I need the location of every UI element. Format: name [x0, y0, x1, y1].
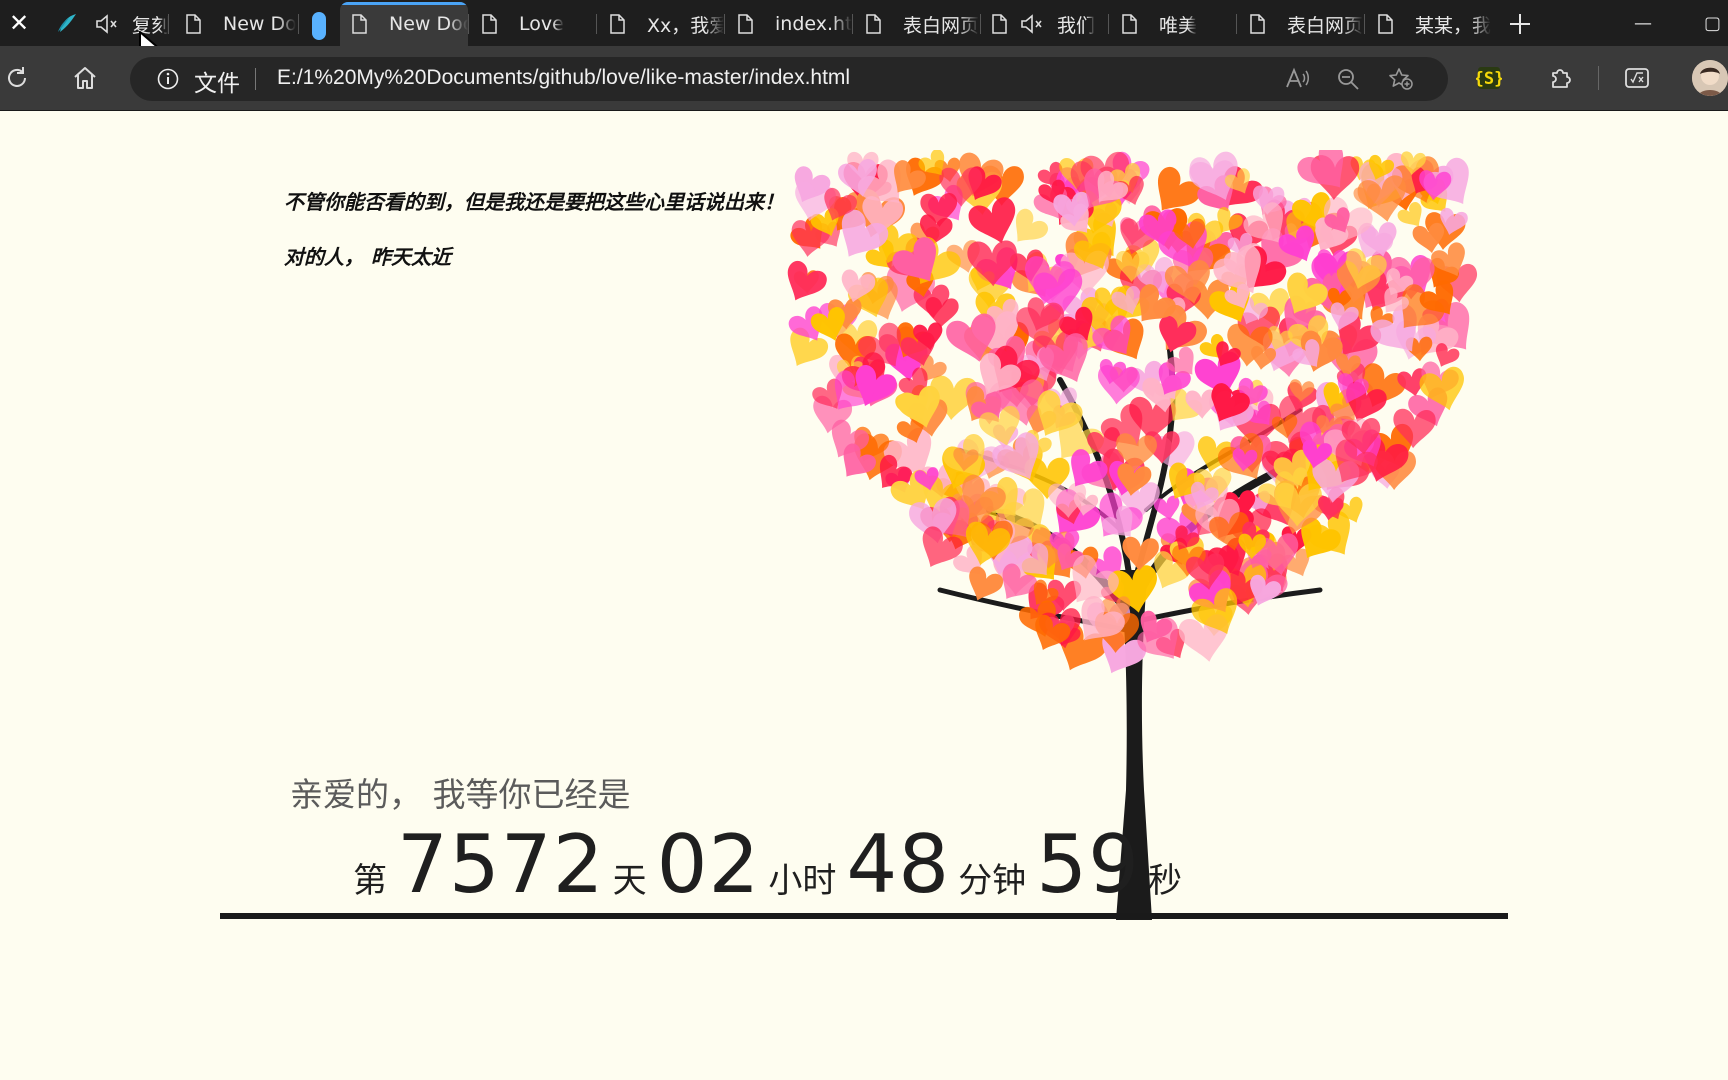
counter-hours: 02: [656, 818, 761, 911]
document-icon: [610, 14, 625, 34]
tab-title: New Doc: [223, 13, 296, 35]
tab-biaobai-1[interactable]: 表白网页: [854, 2, 980, 46]
document-icon: [186, 14, 201, 34]
document-icon: [1122, 14, 1137, 34]
counter-hours-unit: 小时: [768, 861, 837, 901]
minimize-button[interactable]: —: [1634, 0, 1652, 46]
reload-icon[interactable]: [4, 65, 30, 91]
restore-button[interactable]: ▢: [1704, 0, 1721, 46]
counter-days-unit: 天: [612, 861, 647, 901]
plus-icon[interactable]: [1506, 10, 1534, 38]
tab-separator: [596, 14, 597, 34]
close-icon[interactable]: ✕: [0, 0, 38, 46]
tab-title: Love: [519, 13, 564, 35]
tab-separator: [1236, 14, 1237, 34]
tab-weimei[interactable]: 唯美: [1110, 2, 1236, 46]
tab-separator: [1108, 14, 1109, 34]
formula-extension-icon[interactable]: [1624, 65, 1650, 91]
tab-moumou[interactable]: 某某，我: [1366, 2, 1494, 46]
tab-index[interactable]: index.htm: [726, 2, 852, 46]
dear-text: 亲爱的， 我等你已经是: [290, 775, 631, 814]
tab-title: Xx，我爱: [647, 14, 724, 37]
heart-leaves: [787, 150, 1478, 674]
protocol-label: 文件: [194, 71, 240, 97]
tab-group-indicator[interactable]: [312, 12, 326, 40]
puzzle-icon[interactable]: [1548, 65, 1574, 91]
ground-line: [220, 913, 1508, 919]
tab-separator: [168, 14, 169, 34]
tab-biaobai-2[interactable]: 表白网页: [1238, 2, 1364, 46]
info-icon[interactable]: [157, 68, 179, 90]
counter-days: 7572: [397, 818, 605, 911]
speaker-muted-icon[interactable]: [1019, 13, 1043, 35]
heart-leaf: [787, 260, 827, 301]
document-icon: [1250, 14, 1265, 34]
add-favorite-icon[interactable]: [1388, 67, 1414, 91]
counter-minutes: 48: [846, 818, 951, 911]
address-separator: [255, 68, 256, 90]
tab-title: New Doc: [389, 13, 468, 35]
tab-separator: [724, 14, 725, 34]
document-icon: [866, 14, 881, 34]
tab-title: 唯美: [1159, 14, 1198, 37]
code-extension-icon[interactable]: {S}: [1476, 65, 1502, 91]
avatar[interactable]: [1692, 60, 1728, 96]
tab-title: 表白网页: [1287, 14, 1364, 37]
tab-strip: ✕ 复刻 New Doc New Doc Love Xx，我爱: [0, 0, 1728, 46]
message-line-2: 对的人， 昨天太近: [284, 245, 451, 269]
tab-separator: [1364, 14, 1365, 34]
tab-women[interactable]: 我们: [982, 2, 1108, 46]
tab-title: 我们: [1057, 14, 1096, 37]
tab-separator: [980, 14, 981, 34]
counter-seconds-unit: 秒: [1147, 861, 1182, 901]
url-text[interactable]: E:/1%20My%20Documents/github/love/like-m…: [277, 66, 850, 90]
heart-tree-illustration: [787, 150, 1478, 920]
zoom-out-icon[interactable]: [1336, 67, 1362, 91]
counter-prefix: 第: [353, 861, 387, 901]
tab-separator: [468, 14, 469, 34]
tab-love[interactable]: Love: [470, 2, 596, 46]
counter-seconds: 59: [1036, 818, 1140, 911]
tab-xx[interactable]: Xx，我爱: [598, 2, 724, 46]
svg-text:{S}: {S}: [1476, 69, 1502, 89]
document-icon: [738, 14, 753, 34]
address-bar[interactable]: 文件 E:/1%20My%20Documents/github/love/lik…: [130, 57, 1448, 101]
tab-separator: [298, 14, 299, 34]
tab-title: 表白网页: [903, 14, 980, 37]
tab-title: index.htm: [775, 13, 852, 35]
document-icon: [352, 14, 367, 34]
tab-title: 某某，我: [1415, 14, 1492, 37]
home-icon[interactable]: [72, 65, 98, 91]
toolbar-divider: [1598, 66, 1599, 90]
document-icon: [482, 14, 497, 34]
document-icon: [992, 14, 1007, 34]
tab-new-doc-active[interactable]: New Doc: [340, 2, 468, 46]
tab-new-doc-1[interactable]: New Doc: [170, 2, 296, 46]
love-counter: 第 7572 天 02 小时 48 分钟 59 秒: [345, 818, 1192, 911]
document-icon: [1378, 14, 1393, 34]
message-line-1: 不管你能否看的到，但是我还是要把这些心里话说出来！: [284, 190, 784, 214]
speaker-muted-icon[interactable]: [94, 13, 118, 35]
read-aloud-icon[interactable]: [1284, 67, 1310, 91]
counter-minutes-unit: 分钟: [958, 861, 1027, 901]
feather-logo-icon: [58, 14, 76, 32]
profile-photo-icon: [1692, 60, 1728, 96]
tab-separator: [852, 14, 853, 34]
active-tab-indicator: [340, 2, 468, 5]
browser-toolbar: 文件 E:/1%20My%20Documents/github/love/lik…: [0, 46, 1728, 111]
